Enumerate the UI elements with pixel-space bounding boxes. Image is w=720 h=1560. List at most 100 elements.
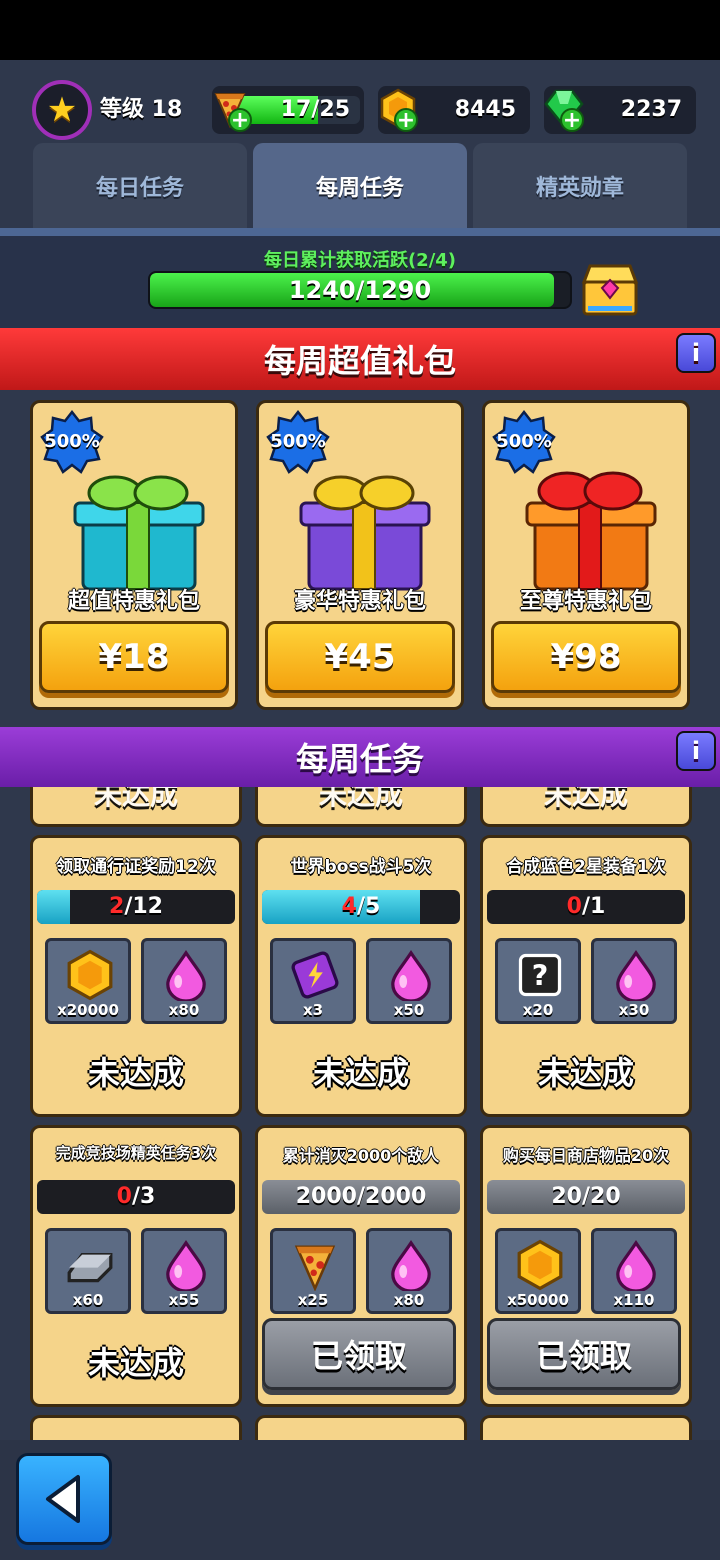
weekly-packs-header: 每周超值礼包 i: [0, 328, 720, 390]
task-progress-text: 4/5: [262, 890, 460, 924]
add-energy-button[interactable]: +: [228, 108, 252, 132]
reward-qty: x20000: [57, 1001, 119, 1019]
reward-qty: x50000: [507, 1291, 569, 1309]
reward-slot[interactable]: x110: [591, 1228, 677, 1314]
task-status: 未达成: [537, 1054, 634, 1092]
reward-qty: x50: [393, 1001, 425, 1019]
energy-resource[interactable]: + 17/25: [212, 86, 364, 134]
reward-qty: x25: [297, 1291, 329, 1309]
task-status: 未达成: [87, 1054, 184, 1092]
task-progress-total: /5: [356, 894, 381, 919]
reward-slot[interactable]: x3: [270, 938, 356, 1024]
tab-underline: [0, 228, 720, 236]
gem-resource[interactable]: + 2237: [544, 86, 696, 134]
task-card[interactable]: 世界boss战斗5次 4/5 x3 x50 未达成: [255, 835, 467, 1117]
task-title: 领取通行证奖励12次: [56, 857, 216, 877]
tab-daily-tasks[interactable]: 每日任务: [33, 143, 247, 229]
task-progress-total: /12: [124, 894, 163, 919]
tab-weekly-tasks[interactable]: 每周任务: [253, 143, 467, 229]
tasks-info-button[interactable]: i: [676, 731, 716, 771]
reward-slot[interactable]: x25: [270, 1228, 356, 1314]
task-card-partial[interactable]: [480, 1415, 692, 1440]
reward-slot[interactable]: x30: [591, 938, 677, 1024]
add-gold-button[interactable]: +: [394, 108, 418, 132]
pack-card-supreme[interactable]: 500% 至尊特惠礼包 ¥98: [482, 400, 690, 710]
pink-drop-icon: [616, 949, 656, 1001]
reward-qty: x20: [522, 1001, 554, 1019]
claimed-button[interactable]: 已领取: [262, 1318, 456, 1390]
task-progress-text: 0/1: [487, 890, 685, 924]
reward-slot[interactable]: x80: [141, 938, 227, 1024]
gold-coin-icon: [517, 1239, 563, 1291]
activity-progress-value: 1240/1290: [288, 276, 432, 304]
task-progress-current: 2: [109, 894, 125, 919]
pizza-icon: [294, 1245, 336, 1291]
task-status: 未达成: [87, 1344, 184, 1382]
pink-drop-icon: [616, 1239, 656, 1291]
pack-name: 超值特惠礼包: [67, 589, 200, 614]
pink-drop-icon: [391, 949, 431, 1001]
task-card-partial[interactable]: 未达成: [255, 787, 467, 827]
reward-slot[interactable]: x55: [141, 1228, 227, 1314]
svg-text:?: ?: [532, 958, 549, 992]
buy-pack-button[interactable]: ¥45: [265, 621, 455, 693]
task-status: 未达成: [93, 787, 178, 811]
ticket-icon: [291, 951, 339, 999]
task-card[interactable]: 完成竞技场精英任务3次 0/3 x60 x55 未达成: [30, 1125, 242, 1407]
reward-qty: x80: [168, 1001, 200, 1019]
gold-resource[interactable]: + 8445: [378, 86, 530, 134]
orange-gift-icon: [525, 471, 657, 591]
activity-title: 每日累计获取活跃(2/4): [263, 250, 457, 271]
task-card-partial[interactable]: 未达成: [480, 787, 692, 827]
task-progress-text: 2/12: [37, 890, 235, 924]
task-progress-current: 0: [566, 894, 582, 919]
buy-pack-button[interactable]: ¥18: [39, 621, 229, 693]
back-button[interactable]: [16, 1453, 112, 1545]
reward-qty: x110: [613, 1291, 655, 1309]
pack-card-deluxe[interactable]: 500% 豪华特惠礼包 ¥45: [256, 400, 464, 710]
task-progress-text: 20/20: [551, 1184, 621, 1209]
pack-name: 豪华特惠礼包: [293, 589, 426, 614]
mystery-box-icon: ?: [518, 953, 562, 997]
task-title: 合成蓝色2星装备1次: [506, 857, 666, 877]
gold-coin-icon: [67, 949, 113, 1001]
treasure-chest-icon[interactable]: [580, 260, 640, 318]
reward-qty: x80: [393, 1291, 425, 1309]
weekly-tasks-header: 每周任务 i: [0, 727, 720, 787]
pink-drop-icon: [391, 1239, 431, 1291]
task-card[interactable]: 累计消灭2000个敌人 2000/2000 x25 x80 已领取: [255, 1125, 467, 1407]
task-card[interactable]: 领取通行证奖励12次 2/12 x20000 x80 未达成: [30, 835, 242, 1117]
level-label: 等级 18: [100, 97, 183, 122]
task-progress-total: /3: [131, 1184, 156, 1209]
reward-slot[interactable]: x20000: [45, 938, 131, 1024]
task-progress-current: 4: [341, 894, 357, 919]
packs-info-button[interactable]: i: [676, 333, 716, 373]
star-icon: ★: [46, 90, 78, 130]
reward-qty: x55: [168, 1291, 200, 1309]
task-card-partial[interactable]: [255, 1415, 467, 1440]
add-gem-button[interactable]: +: [560, 108, 584, 132]
pack-name: 至尊特惠礼包: [519, 589, 652, 614]
weekly-tasks-title: 每周任务: [295, 740, 424, 778]
reward-qty: x30: [618, 1001, 650, 1019]
weekly-tasks-screen: ★ 等级 18 + 17/25 + 8445 + 2237 每日任务 每周任务 …: [0, 0, 720, 1560]
pack-card-value[interactable]: 500% 超值特惠礼包 ¥18: [30, 400, 238, 710]
pink-drop-icon: [166, 1239, 206, 1291]
task-progress-text: 0/3: [37, 1180, 235, 1214]
task-progress-text: 2000/2000: [295, 1184, 427, 1209]
tab-elite-medal[interactable]: 精英勋章: [473, 143, 687, 229]
tasks-scroll-area[interactable]: 未达成 未达成 未达成 领取通行证奖励12次 2/12 x20000 x80 未…: [0, 787, 720, 1440]
task-card[interactable]: 购买每日商店物品20次 20/20 x50000 x110 已领取: [480, 1125, 692, 1407]
reward-slot[interactable]: x50: [366, 938, 452, 1024]
task-card[interactable]: 合成蓝色2星装备1次 0/1 ? x20 x30 未达成: [480, 835, 692, 1117]
claimed-button[interactable]: 已领取: [487, 1318, 681, 1390]
level-badge[interactable]: ★: [32, 80, 92, 140]
reward-slot[interactable]: x50000: [495, 1228, 581, 1314]
task-card-partial[interactable]: [30, 1415, 242, 1440]
reward-slot[interactable]: x80: [366, 1228, 452, 1314]
reward-slot[interactable]: x60: [45, 1228, 131, 1314]
task-card-partial[interactable]: 未达成: [30, 787, 242, 827]
status-bar: [0, 0, 720, 60]
reward-slot[interactable]: ? x20: [495, 938, 581, 1024]
buy-pack-button[interactable]: ¥98: [491, 621, 681, 693]
